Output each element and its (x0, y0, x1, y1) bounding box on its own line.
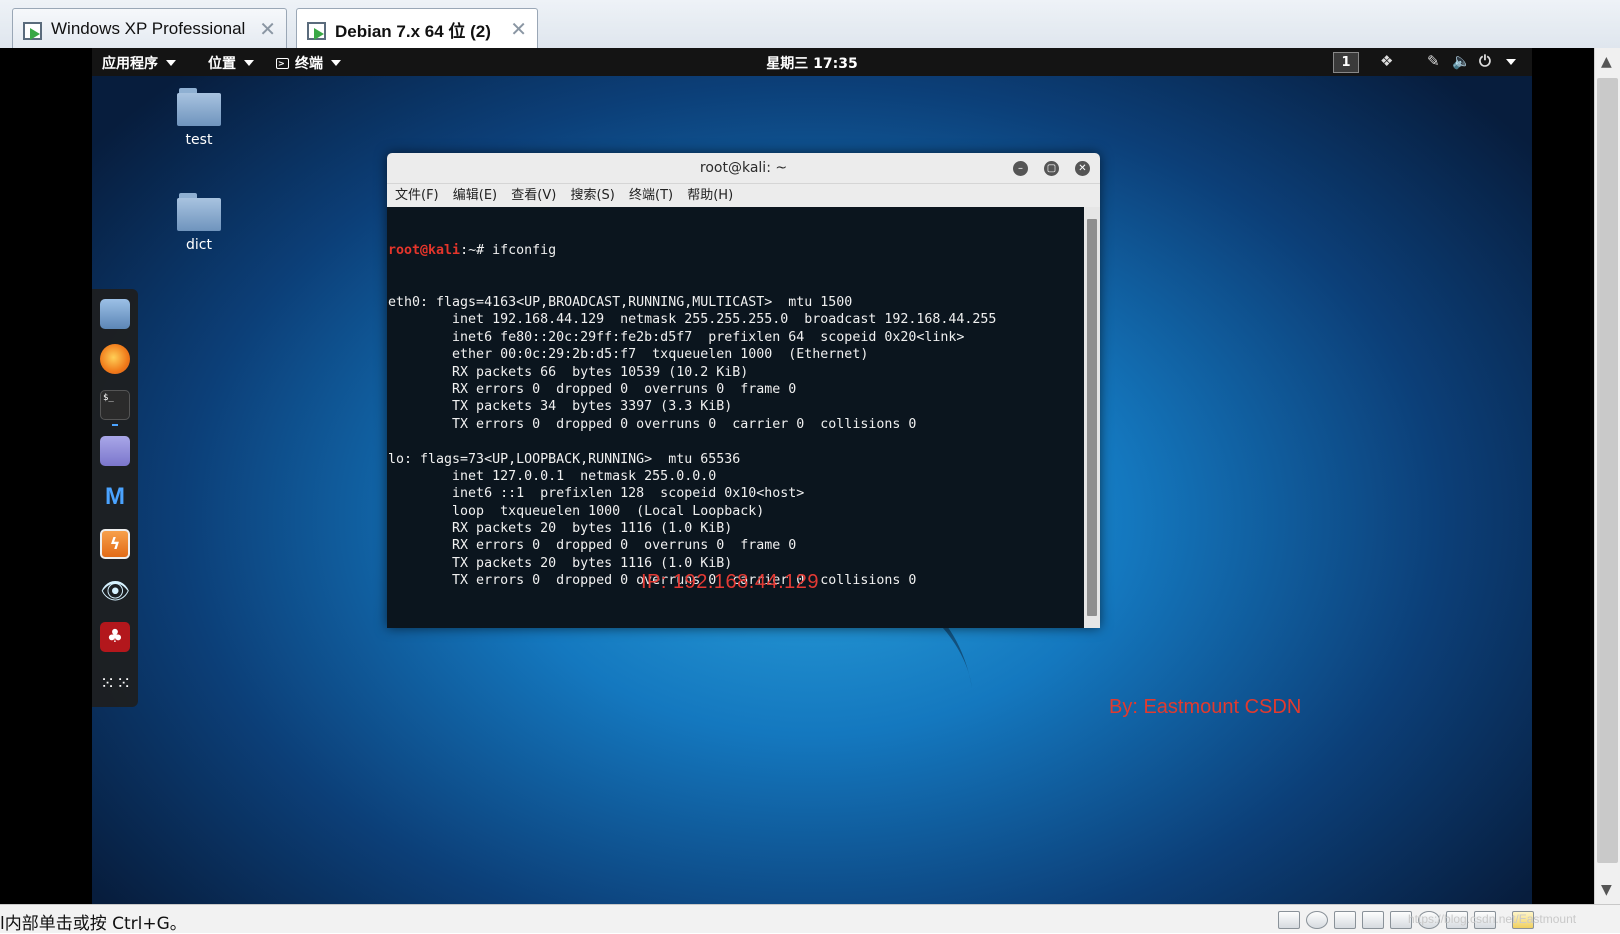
menu-file[interactable]: 文件(F) (395, 184, 439, 207)
cherrytree-icon[interactable]: ♣ (100, 622, 130, 652)
menu-edit[interactable]: 编辑(E) (453, 184, 497, 207)
scroll-down-icon[interactable]: ▼ (1601, 882, 1612, 898)
prompt-suffix: :~# (460, 242, 493, 258)
guest-desktop[interactable]: 应用程序 位置 > 终端 星期三 17:35 1 ❖ ✎ 🔈 ⏻ test di… (92, 48, 1532, 904)
metasploit-icon[interactable]: M (100, 482, 130, 512)
folder-label: dict (186, 237, 212, 253)
vm-icon (307, 18, 329, 40)
output-line: RX errors 0 dropped 0 overruns 0 frame 0 (388, 381, 797, 397)
scroll-thumb[interactable] (1597, 78, 1618, 863)
burpsuite-icon[interactable]: ϟ (100, 529, 130, 559)
output-line: inet 127.0.0.1 netmask 255.0.0.0 (388, 468, 717, 484)
output-line: RX errors 0 dropped 0 overruns 0 frame 0 (388, 538, 797, 554)
tab-label: Debian 7.x 64 位 (2) (335, 21, 491, 41)
output-line: RX packets 20 bytes 1116 (1.0 KiB) (388, 521, 733, 537)
hard-disk-icon[interactable] (1278, 911, 1300, 929)
volume-icon[interactable]: 🔈 (1452, 52, 1471, 70)
text-editor-icon[interactable] (100, 436, 130, 466)
firefox-icon[interactable] (100, 344, 130, 374)
menu-terminal[interactable]: 终端(T) (629, 184, 673, 207)
workspace-indicator[interactable]: 1 (1333, 52, 1359, 73)
folder-icon (177, 193, 221, 231)
menu-help[interactable]: 帮助(H) (687, 184, 733, 207)
close-icon[interactable]: ✕ (259, 17, 276, 41)
minimize-button[interactable]: – (1013, 161, 1028, 176)
ip-annotation: IP: 192.168.44.129 (641, 571, 820, 593)
terminal-scrollbar[interactable] (1084, 207, 1100, 628)
command-line: root@kali:~# ifconfig (387, 242, 1084, 259)
output-line: TX packets 34 bytes 3397 (3.3 KiB) (388, 399, 733, 415)
people-icon[interactable]: ❖ (1380, 52, 1393, 70)
output-line: lo: flags=73<UP,LOOPBACK,RUNNING> mtu 65… (388, 451, 741, 467)
guest-border-left (0, 48, 92, 904)
status-watermark: https://blog.csdn.net/Eastmount (1408, 912, 1577, 926)
menu-search[interactable]: 搜索(S) (570, 184, 614, 207)
scroll-up-icon[interactable]: ▲ (1601, 54, 1612, 70)
menu-view[interactable]: 查看(V) (511, 184, 556, 207)
running-indicator (112, 424, 118, 426)
dock: $_ M ϟ 👁 ♣ ⁙⁙ (92, 289, 138, 707)
power-icon[interactable]: ⏻ (1479, 52, 1491, 70)
pen-icon[interactable]: ✎ (1427, 52, 1440, 70)
network-icon-2[interactable] (1362, 911, 1384, 929)
terminal-menubar: 文件(F) 编辑(E) 查看(V) 搜索(S) 终端(T) 帮助(H) (387, 184, 1100, 207)
tab-label: Windows XP Professional (51, 18, 246, 38)
vm-icon (23, 18, 45, 40)
clock[interactable]: 星期三 17:35 (92, 53, 1532, 73)
command-text: ifconfig (492, 242, 557, 258)
host-scrollbar[interactable]: ▲ ▼ (1594, 48, 1620, 904)
prompt-user: root@kali (388, 242, 461, 258)
terminal-icon[interactable]: $_ (100, 390, 130, 420)
output-line: inet 192.168.44.129 netmask 255.255.255.… (388, 312, 997, 328)
output-line: ether 00:0c:29:2b:d5:f7 txqueuelen 1000 … (388, 347, 869, 363)
output-line: inet6 fe80::20c:29ff:fe2b:d5f7 prefixlen… (388, 329, 965, 345)
network-icon[interactable] (1334, 911, 1356, 929)
eye-icon[interactable]: 👁 (100, 576, 130, 606)
tab-debian[interactable]: Debian 7.x 64 位 (2) ✕ (296, 8, 538, 49)
terminal-output[interactable]: root@kali:~# ifconfig eth0: flags=4163<U… (387, 207, 1084, 628)
chevron-down-icon[interactable] (1506, 59, 1516, 65)
output-line: TX packets 20 bytes 1116 (1.0 KiB) (388, 555, 733, 571)
vm-tab-strip: Windows XP Professional ✕ Debian 7.x 64 … (0, 0, 1620, 49)
output-line: inet6 ::1 prefixlen 128 scopeid 0x10<hos… (388, 486, 805, 502)
terminal-titlebar[interactable]: root@kali: ~ – ▢ ✕ (387, 153, 1100, 184)
author-byline: By: Eastmount CSDN (1109, 696, 1302, 718)
output-line: RX packets 66 bytes 10539 (10.2 KiB) (388, 364, 749, 380)
top-panel: 应用程序 位置 > 终端 星期三 17:35 1 ❖ ✎ 🔈 ⏻ (92, 48, 1532, 76)
output-line: loop txqueuelen 1000 (Local Loopback) (388, 503, 765, 519)
files-icon[interactable] (100, 299, 130, 329)
tab-windows-xp[interactable]: Windows XP Professional ✕ (12, 8, 287, 48)
folder-icon (177, 88, 221, 126)
close-button[interactable]: ✕ (1075, 161, 1090, 176)
terminal-title: root@kali: ~ (699, 160, 788, 176)
desktop-folder-test[interactable]: test (159, 88, 239, 148)
guest-border-right (1532, 48, 1594, 904)
scroll-thumb[interactable] (1087, 219, 1097, 616)
desktop-folder-dict[interactable]: dict (159, 193, 239, 253)
host-status-bar: l内部单击或按 Ctrl+G。 https://blog.csdn.net/Ea… (0, 904, 1620, 934)
status-hint: l内部单击或按 Ctrl+G。 (0, 914, 187, 934)
close-icon[interactable]: ✕ (510, 17, 527, 41)
maximize-button[interactable]: ▢ (1044, 161, 1059, 176)
folder-label: test (185, 132, 213, 148)
terminal-window[interactable]: root@kali: ~ – ▢ ✕ 文件(F) 编辑(E) 查看(V) 搜索(… (387, 153, 1100, 628)
output-line: TX errors 0 dropped 0 overruns 0 carrier… (388, 416, 917, 432)
cd-icon[interactable] (1306, 911, 1328, 929)
show-apps-icon[interactable]: ⁙⁙ (100, 669, 131, 699)
output-line: eth0: flags=4163<UP,BROADCAST,RUNNING,MU… (388, 295, 853, 311)
